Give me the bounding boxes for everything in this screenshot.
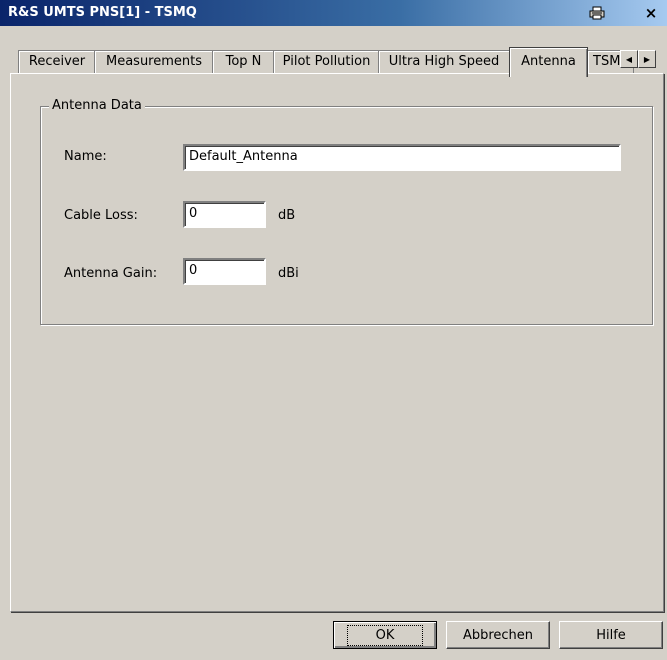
tab-scroll-right-icon[interactable]: ▶ bbox=[638, 50, 656, 68]
antenna-tab-panel: Antenna Data Name: Default_Antenna Cable… bbox=[10, 73, 664, 612]
title-bar: R&S UMTS PNS[1] - TSMQ × bbox=[0, 0, 667, 26]
tab-ultra-high-speed[interactable]: Ultra High Speed bbox=[378, 50, 510, 75]
ok-button-label: OK bbox=[346, 624, 424, 646]
tab-receiver[interactable]: Receiver bbox=[18, 50, 96, 75]
antenna-gain-label: Antenna Gain: bbox=[64, 266, 158, 281]
antenna-gain-input[interactable]: 0 bbox=[183, 258, 266, 285]
antenna-data-group: Antenna Data Name: Default_Antenna Cable… bbox=[40, 98, 653, 325]
tab-scroll-left-icon[interactable]: ◀ bbox=[620, 50, 638, 68]
ok-button[interactable]: OK bbox=[333, 621, 437, 649]
cable-loss-input[interactable]: 0 bbox=[183, 201, 266, 228]
name-label: Name: bbox=[64, 149, 107, 164]
antenna-gain-unit: dBi bbox=[278, 266, 299, 281]
printer-icon[interactable] bbox=[586, 4, 608, 22]
window-title: R&S UMTS PNS[1] - TSMQ bbox=[8, 5, 197, 20]
cancel-button[interactable]: Abbrechen bbox=[446, 621, 550, 649]
close-icon[interactable]: × bbox=[640, 4, 662, 22]
tab-scroll-arrows: ◀ ▶ bbox=[620, 50, 656, 68]
group-title: Antenna Data bbox=[49, 98, 145, 113]
cable-loss-unit: dB bbox=[278, 208, 296, 223]
cable-loss-label: Cable Loss: bbox=[64, 208, 138, 223]
tab-pilot-pollution[interactable]: Pilot Pollution bbox=[273, 50, 380, 75]
tab-antenna[interactable]: Antenna bbox=[509, 47, 588, 77]
help-button[interactable]: Hilfe bbox=[559, 621, 663, 649]
tab-top-n[interactable]: Top N bbox=[212, 50, 275, 75]
name-input[interactable]: Default_Antenna bbox=[183, 144, 621, 171]
tab-strip: Receiver Measurements Top N Pilot Pollut… bbox=[10, 47, 666, 77]
tab-measurements[interactable]: Measurements bbox=[94, 50, 214, 75]
